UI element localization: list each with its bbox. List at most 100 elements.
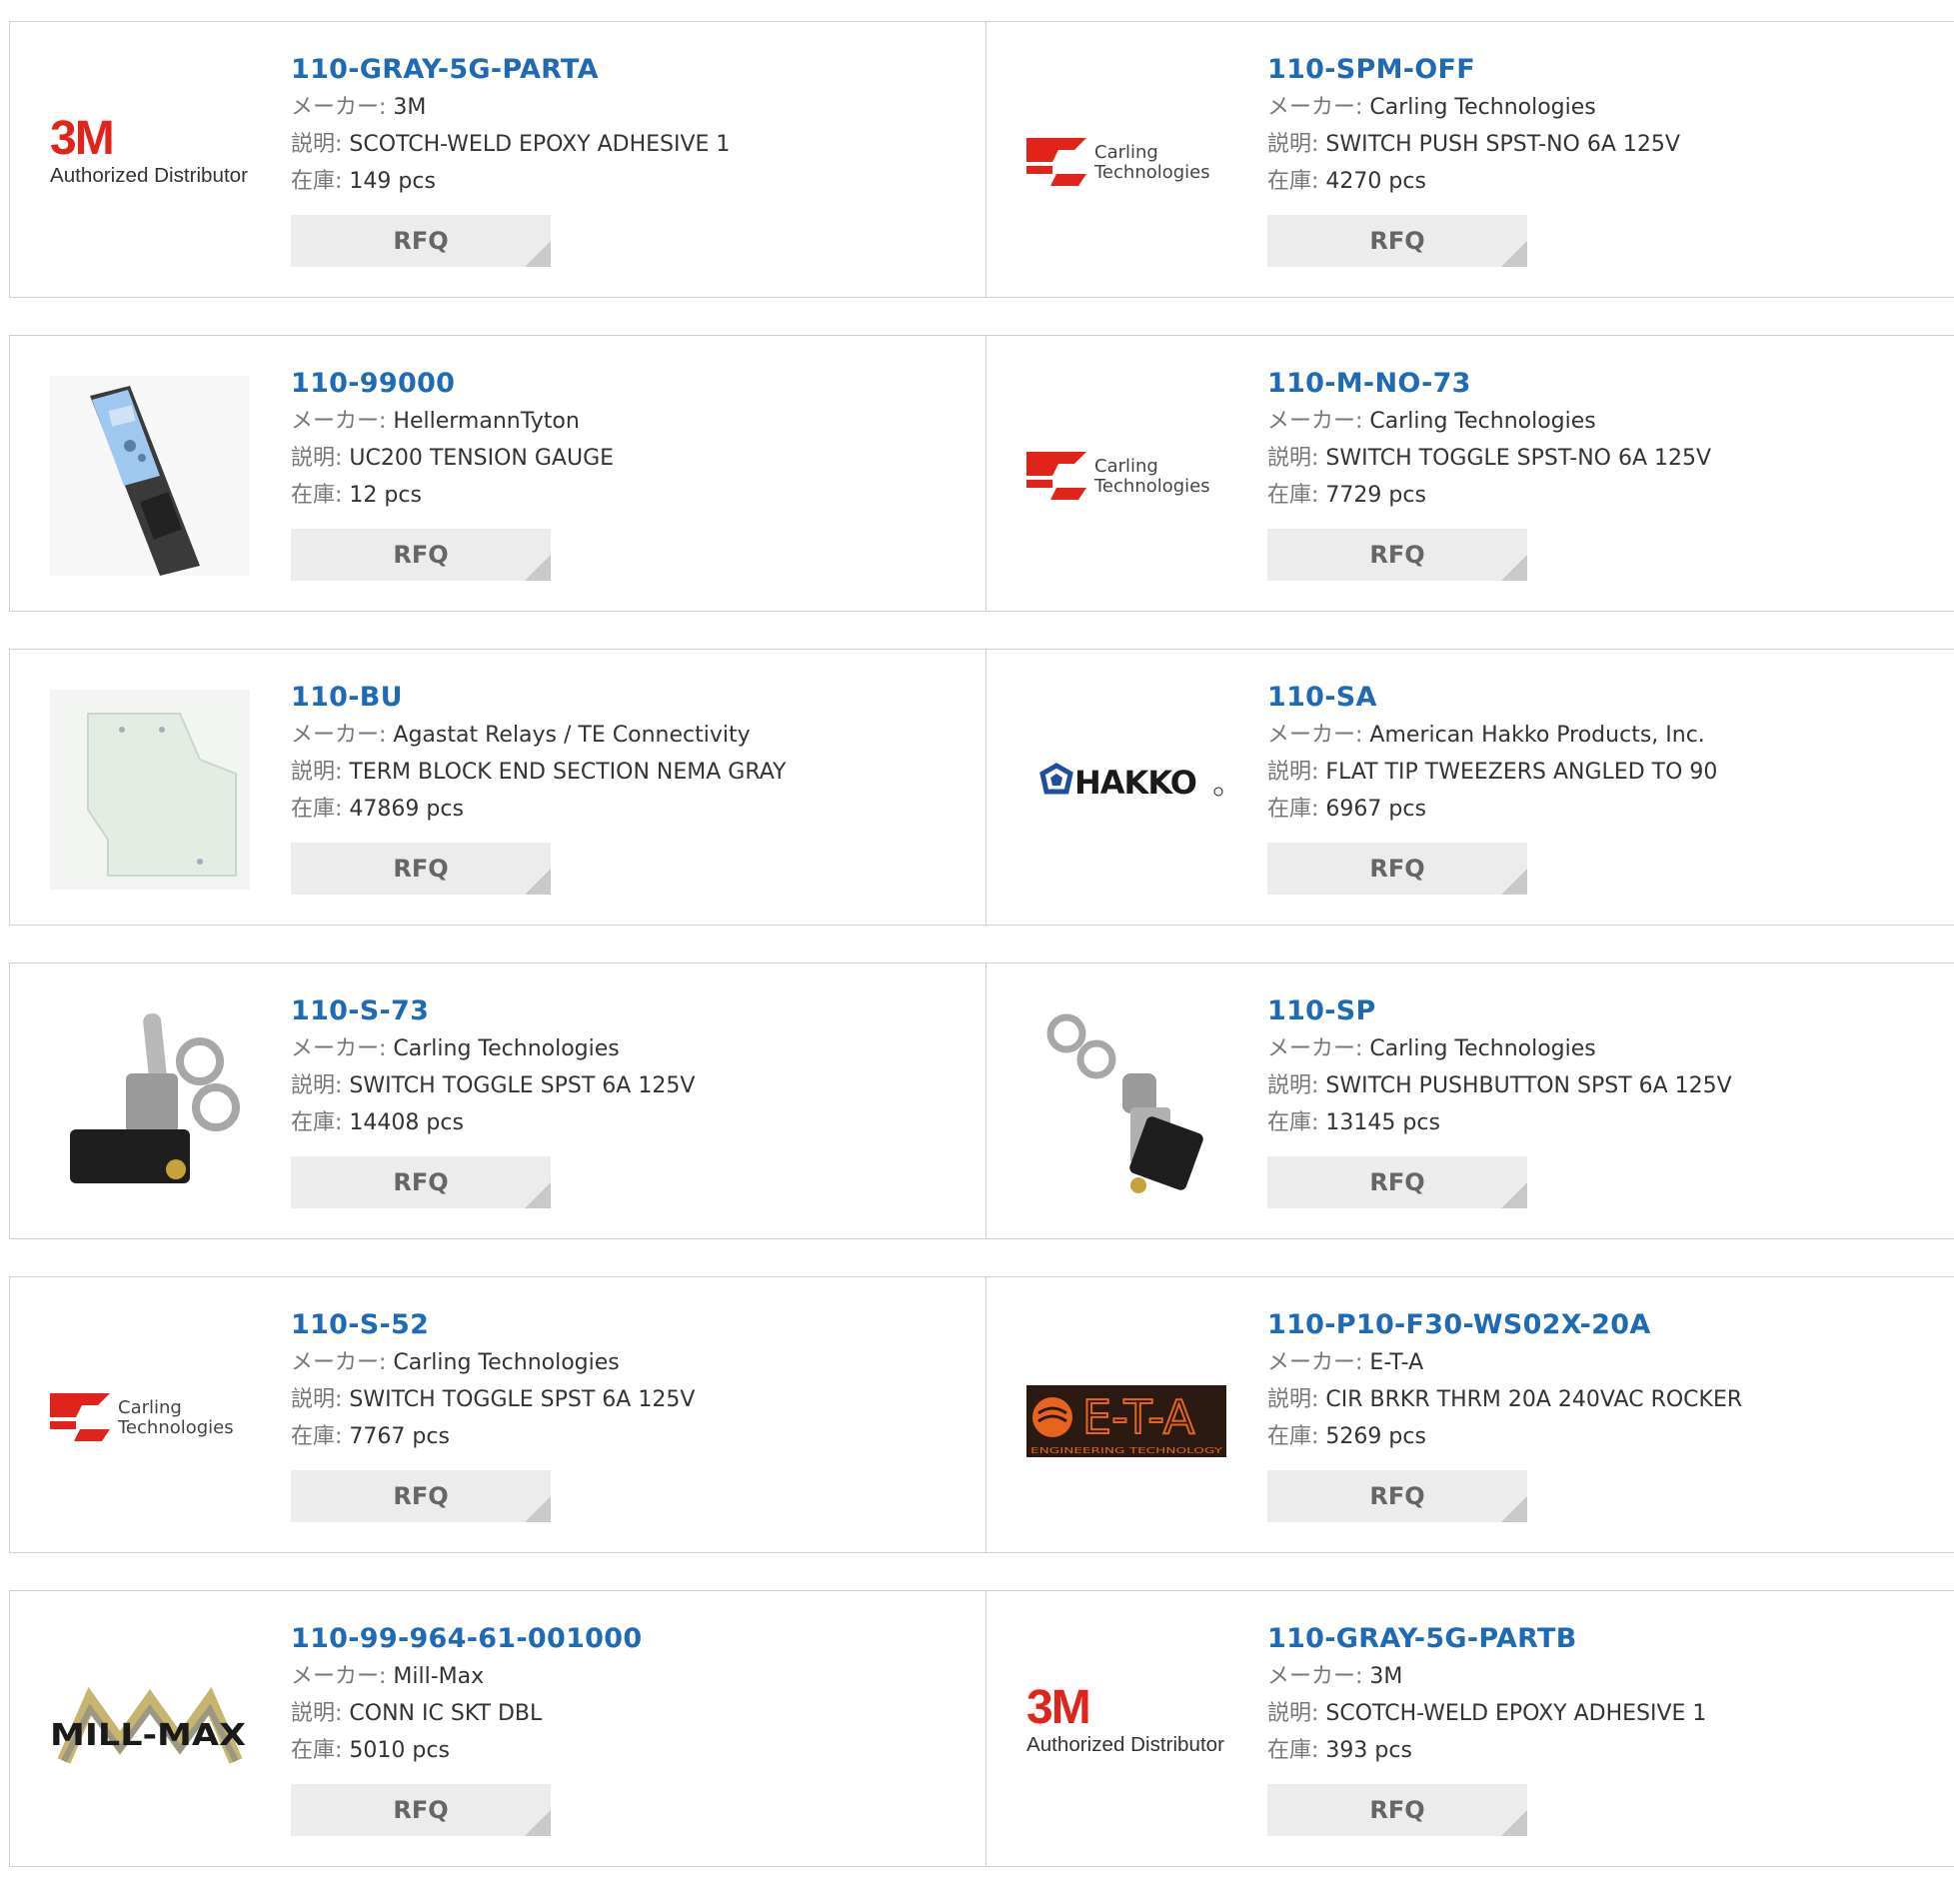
rfq-label: RFQ — [393, 541, 449, 569]
part-number-link[interactable]: 110-GRAY-5G-PARTB — [1267, 1620, 1706, 1658]
product-image[interactable] — [50, 690, 250, 890]
rfq-label: RFQ — [1369, 1796, 1425, 1824]
rfq-button[interactable]: RFQ — [291, 843, 551, 895]
stock-label: 在庫: — [1267, 797, 1319, 822]
part-number-link[interactable]: 110-99000 — [291, 365, 614, 403]
rfq-button[interactable]: RFQ — [1267, 1156, 1527, 1208]
hakko-logo-icon: HAKKO — [1039, 763, 1223, 802]
3m-logo-icon: 3M Authorized Distributor — [1026, 1681, 1224, 1756]
rfq-button[interactable]: RFQ — [1267, 1784, 1527, 1836]
maker-line: メーカー: Carling Technologies — [291, 1344, 695, 1381]
rfq-label: RFQ — [1369, 541, 1425, 569]
description-label: 説明: — [1267, 132, 1319, 157]
svg-text:Authorized Distributor: Authorized Distributor — [1026, 1734, 1224, 1756]
product-row: 110-99000 メーカー: HellermannTyton 説明: UC200 … — [9, 335, 1954, 612]
part-number-link[interactable]: 110-99-964-61-001000 — [291, 1620, 642, 1658]
part-number-link[interactable]: 110-S-73 — [291, 992, 695, 1030]
rfq-button[interactable]: RFQ — [291, 1156, 551, 1208]
product-info: 110-SP メーカー: Carling Technologies 説明: SWIT… — [1267, 992, 1732, 1208]
product-image[interactable]: Carling Technologies — [1026, 62, 1226, 262]
product-info: 110-S-73 メーカー: Carling Technologies 説明: SW… — [291, 992, 695, 1208]
maker-value: 3M — [1369, 1664, 1403, 1689]
description-line: 説明: CIR BRKR THRM 20A 240VAC ROCKER — [1267, 1381, 1742, 1418]
stock-line: 在庫: 5010 pcs — [291, 1732, 642, 1769]
description-label: 説明: — [1267, 760, 1319, 785]
stock-value: 6967 pcs — [1325, 797, 1426, 822]
rfq-button[interactable]: RFQ — [1267, 843, 1527, 895]
description-line: 説明: SCOTCH-WELD EPOXY ADHESIVE 1 — [291, 126, 730, 163]
description-line: 説明: SWITCH TOGGLE SPST-NO 6A 125V — [1267, 440, 1711, 477]
maker-line: メーカー: Agastat Relays / TE Connectivity — [291, 717, 787, 754]
product-image[interactable] — [50, 376, 250, 576]
rfq-button[interactable]: RFQ — [291, 1784, 551, 1836]
product-image[interactable] — [50, 1003, 250, 1203]
maker-line: メーカー: 3M — [291, 89, 730, 126]
rfq-label: RFQ — [393, 1482, 449, 1510]
part-number-link[interactable]: 110-M-NO-73 — [1267, 365, 1711, 403]
product-row: 110-BU メーカー: Agastat Relays / TE Connecti… — [9, 649, 1954, 926]
maker-line: メーカー: Mill-Max — [291, 1658, 642, 1695]
end-section-photo — [50, 690, 250, 890]
rfq-button[interactable]: RFQ — [291, 215, 551, 267]
product-image[interactable]: Carling Technologies — [50, 1317, 250, 1517]
product-card: MILL-MAX 110-99-964-61-001000 メーカー: Mill-… — [9, 1591, 986, 1866]
svg-text:Carling: Carling — [1094, 456, 1158, 477]
corner-triangle-icon — [1501, 1182, 1527, 1208]
svg-text:ENGINEERING TECHNOLOGY: ENGINEERING TECHNOLOGY — [1030, 1446, 1222, 1455]
product-image[interactable]: Carling Technologies — [1026, 376, 1226, 576]
stock-line: 在庫: 14408 pcs — [291, 1104, 695, 1141]
svg-text:Technologies: Technologies — [1093, 162, 1210, 183]
rfq-button[interactable]: RFQ — [1267, 529, 1527, 581]
rfq-button[interactable]: RFQ — [1267, 215, 1527, 267]
maker-label: メーカー: — [291, 1350, 387, 1375]
part-number-link[interactable]: 110-SA — [1267, 679, 1717, 717]
part-number-link[interactable]: 110-P10-F30-WS02X-20A — [1267, 1306, 1742, 1344]
product-card: Carling Technologies 110-M-NO-73 メーカー: Ca… — [986, 336, 1954, 611]
maker-label: メーカー: — [1267, 723, 1363, 748]
maker-value: Carling Technologies — [1369, 1036, 1596, 1061]
product-image[interactable]: HAKKO — [1026, 690, 1226, 890]
product-image[interactable]: MILL-MAX — [50, 1631, 250, 1831]
product-info: 110-SA メーカー: American Hakko Products, Inc… — [1267, 679, 1717, 895]
maker-value: Agastat Relays / TE Connectivity — [393, 723, 751, 748]
part-number-link[interactable]: 110-S-52 — [291, 1306, 695, 1344]
product-card: 3M Authorized Distributor 110-GRAY-5G-PA… — [986, 1591, 1954, 1866]
product-card: 110-BU メーカー: Agastat Relays / TE Connecti… — [9, 650, 986, 925]
rfq-button[interactable]: RFQ — [291, 529, 551, 581]
rfq-label: RFQ — [1369, 1168, 1425, 1196]
product-image[interactable]: 3M Authorized Distributor — [1026, 1631, 1226, 1831]
svg-text:3M: 3M — [50, 112, 113, 165]
product-card: HAKKO 110-SA メーカー: American Hakko Product… — [986, 650, 1954, 925]
stock-label: 在庫: — [1267, 483, 1319, 508]
maker-line: メーカー: Carling Technologies — [1267, 1030, 1732, 1067]
svg-text:Technologies: Technologies — [1093, 476, 1210, 497]
description-label: 説明: — [291, 132, 343, 157]
rfq-button[interactable]: RFQ — [291, 1470, 551, 1522]
maker-value: Carling Technologies — [393, 1350, 620, 1375]
maker-line: メーカー: American Hakko Products, Inc. — [1267, 717, 1717, 754]
product-image[interactable]: 3M Authorized Distributor — [50, 62, 250, 262]
carling-logo-icon: Carling Technologies — [50, 1393, 234, 1441]
maker-value: 3M — [393, 95, 427, 120]
stock-label: 在庫: — [291, 483, 343, 508]
stock-line: 在庫: 7767 pcs — [291, 1418, 695, 1455]
rfq-label: RFQ — [1369, 855, 1425, 883]
rfq-button[interactable]: RFQ — [1267, 1470, 1527, 1522]
description-value: SWITCH TOGGLE SPST 6A 125V — [349, 1073, 696, 1098]
rfq-label: RFQ — [393, 1796, 449, 1824]
part-number-link[interactable]: 110-BU — [291, 679, 787, 717]
description-line: 説明: SCOTCH-WELD EPOXY ADHESIVE 1 — [1267, 1695, 1706, 1732]
part-number-link[interactable]: 110-SP — [1267, 992, 1732, 1030]
corner-triangle-icon — [1501, 241, 1527, 267]
svg-text:Carling: Carling — [118, 1397, 182, 1418]
product-card: 110-99000 メーカー: HellermannTyton 説明: UC200 … — [9, 336, 986, 611]
part-number-link[interactable]: 110-SPM-OFF — [1267, 51, 1680, 89]
product-image[interactable]: E-T-A ENGINEERING TECHNOLOGY — [1026, 1317, 1226, 1517]
product-image[interactable] — [1026, 1003, 1226, 1203]
product-info: 110-SPM-OFF メーカー: Carling Technologies 説明:… — [1267, 51, 1680, 267]
description-label: 説明: — [1267, 1073, 1319, 1098]
description-line: 説明: FLAT TIP TWEEZERS ANGLED TO 90 — [1267, 754, 1717, 791]
stock-label: 在庫: — [291, 1424, 343, 1449]
rfq-label: RFQ — [393, 855, 449, 883]
part-number-link[interactable]: 110-GRAY-5G-PARTA — [291, 51, 730, 89]
